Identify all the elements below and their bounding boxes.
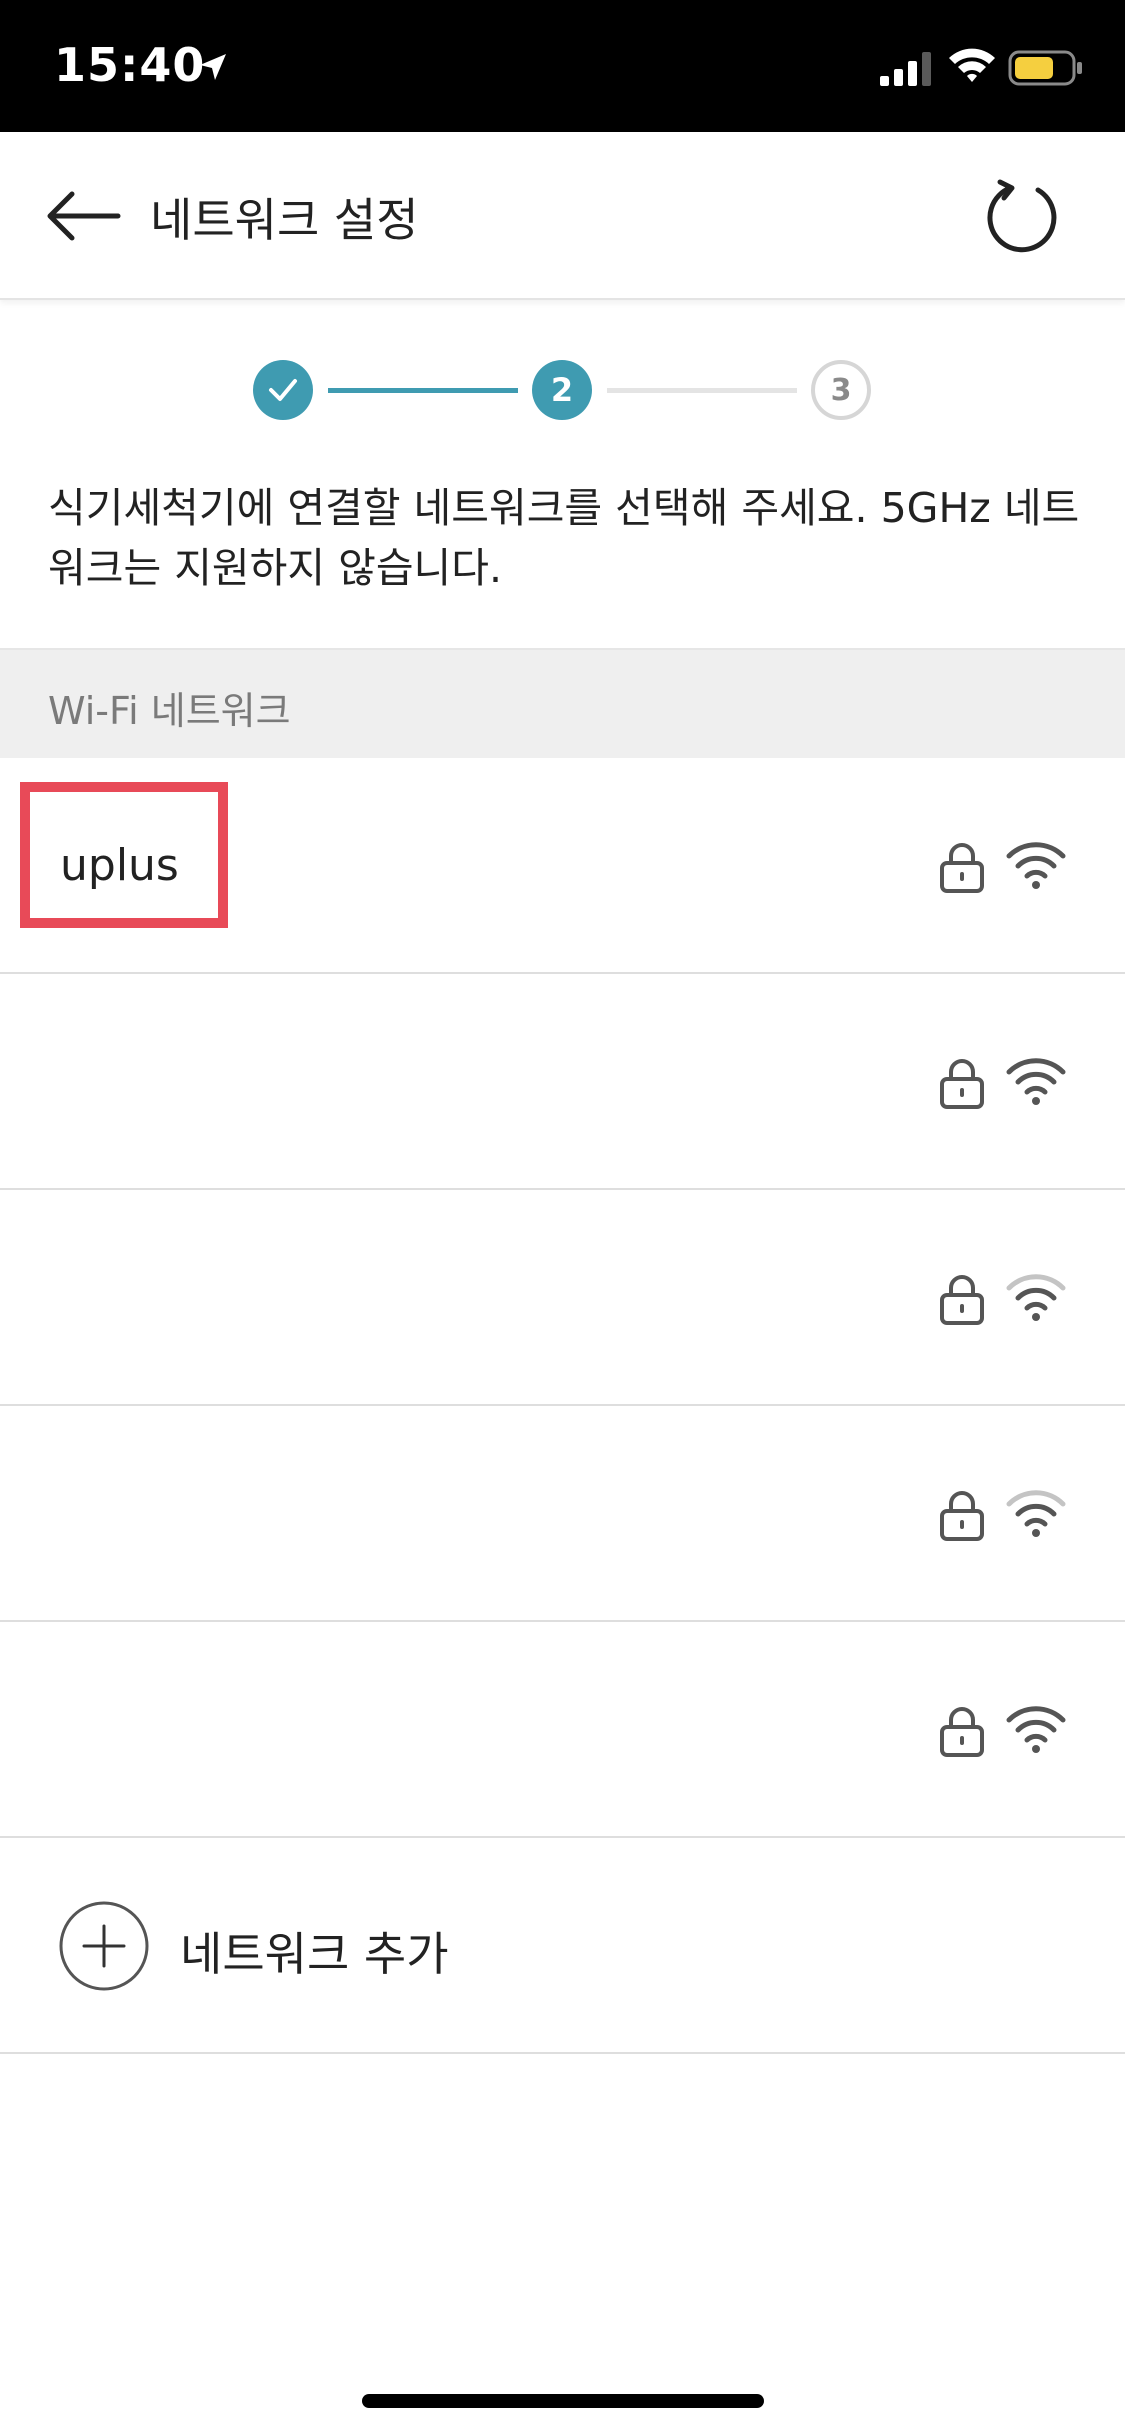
section-label: Wi-Fi 네트워크: [48, 689, 291, 733]
wifi-status-icon: [949, 48, 995, 82]
page-title: 네트워크 설정: [150, 193, 419, 247]
wifi-signal-icon: [1006, 1274, 1066, 1321]
wifi-signal-icon: [1006, 1706, 1066, 1753]
network-row[interactable]: [0, 974, 1125, 1190]
wifi-signal-icon: [1006, 842, 1066, 889]
checkmark-icon: [269, 379, 297, 401]
network-row[interactable]: uplus: [0, 758, 1125, 974]
lock-icon: [940, 1059, 984, 1109]
step-connector: [607, 388, 797, 393]
step-1-completed: [253, 360, 313, 420]
step-2-current: 2: [532, 360, 592, 420]
cellular-signal-icon: [880, 52, 931, 86]
step-3-upcoming: 3: [811, 360, 871, 420]
lock-icon: [940, 1707, 984, 1757]
plus-circle-icon: [59, 1901, 149, 1991]
lock-icon: [940, 1275, 984, 1325]
lock-icon: [940, 843, 984, 893]
home-indicator[interactable]: [362, 2394, 764, 2408]
refresh-icon[interactable]: [982, 176, 1062, 256]
status-bar: 15:40: [0, 0, 1125, 132]
status-time: 15:40: [54, 38, 206, 92]
progress-stepper: 2 3: [0, 350, 1125, 430]
instruction-text: 식기세척기에 연결할 네트워크를 선택해 주세요. 5GHz 네트워크는 지원하…: [48, 484, 1080, 592]
location-arrow-icon: [200, 54, 226, 80]
network-row[interactable]: [0, 1190, 1125, 1406]
add-network-button[interactable]: 네트워크 추가: [0, 1838, 1125, 2054]
battery-icon: [1008, 50, 1082, 86]
lock-icon: [940, 1491, 984, 1541]
network-row[interactable]: [0, 1622, 1125, 1838]
wifi-signal-icon: [1006, 1058, 1066, 1105]
add-network-label: 네트워크 추가: [180, 1927, 449, 1981]
app-header: 네트워크 설정: [0, 132, 1125, 300]
step-connector: [328, 388, 518, 393]
network-row[interactable]: [0, 1406, 1125, 1622]
section-header: Wi-Fi 네트워크: [0, 648, 1125, 758]
network-name: uplus: [60, 840, 179, 891]
wifi-signal-icon: [1006, 1490, 1066, 1537]
back-arrow-icon[interactable]: [44, 180, 124, 252]
